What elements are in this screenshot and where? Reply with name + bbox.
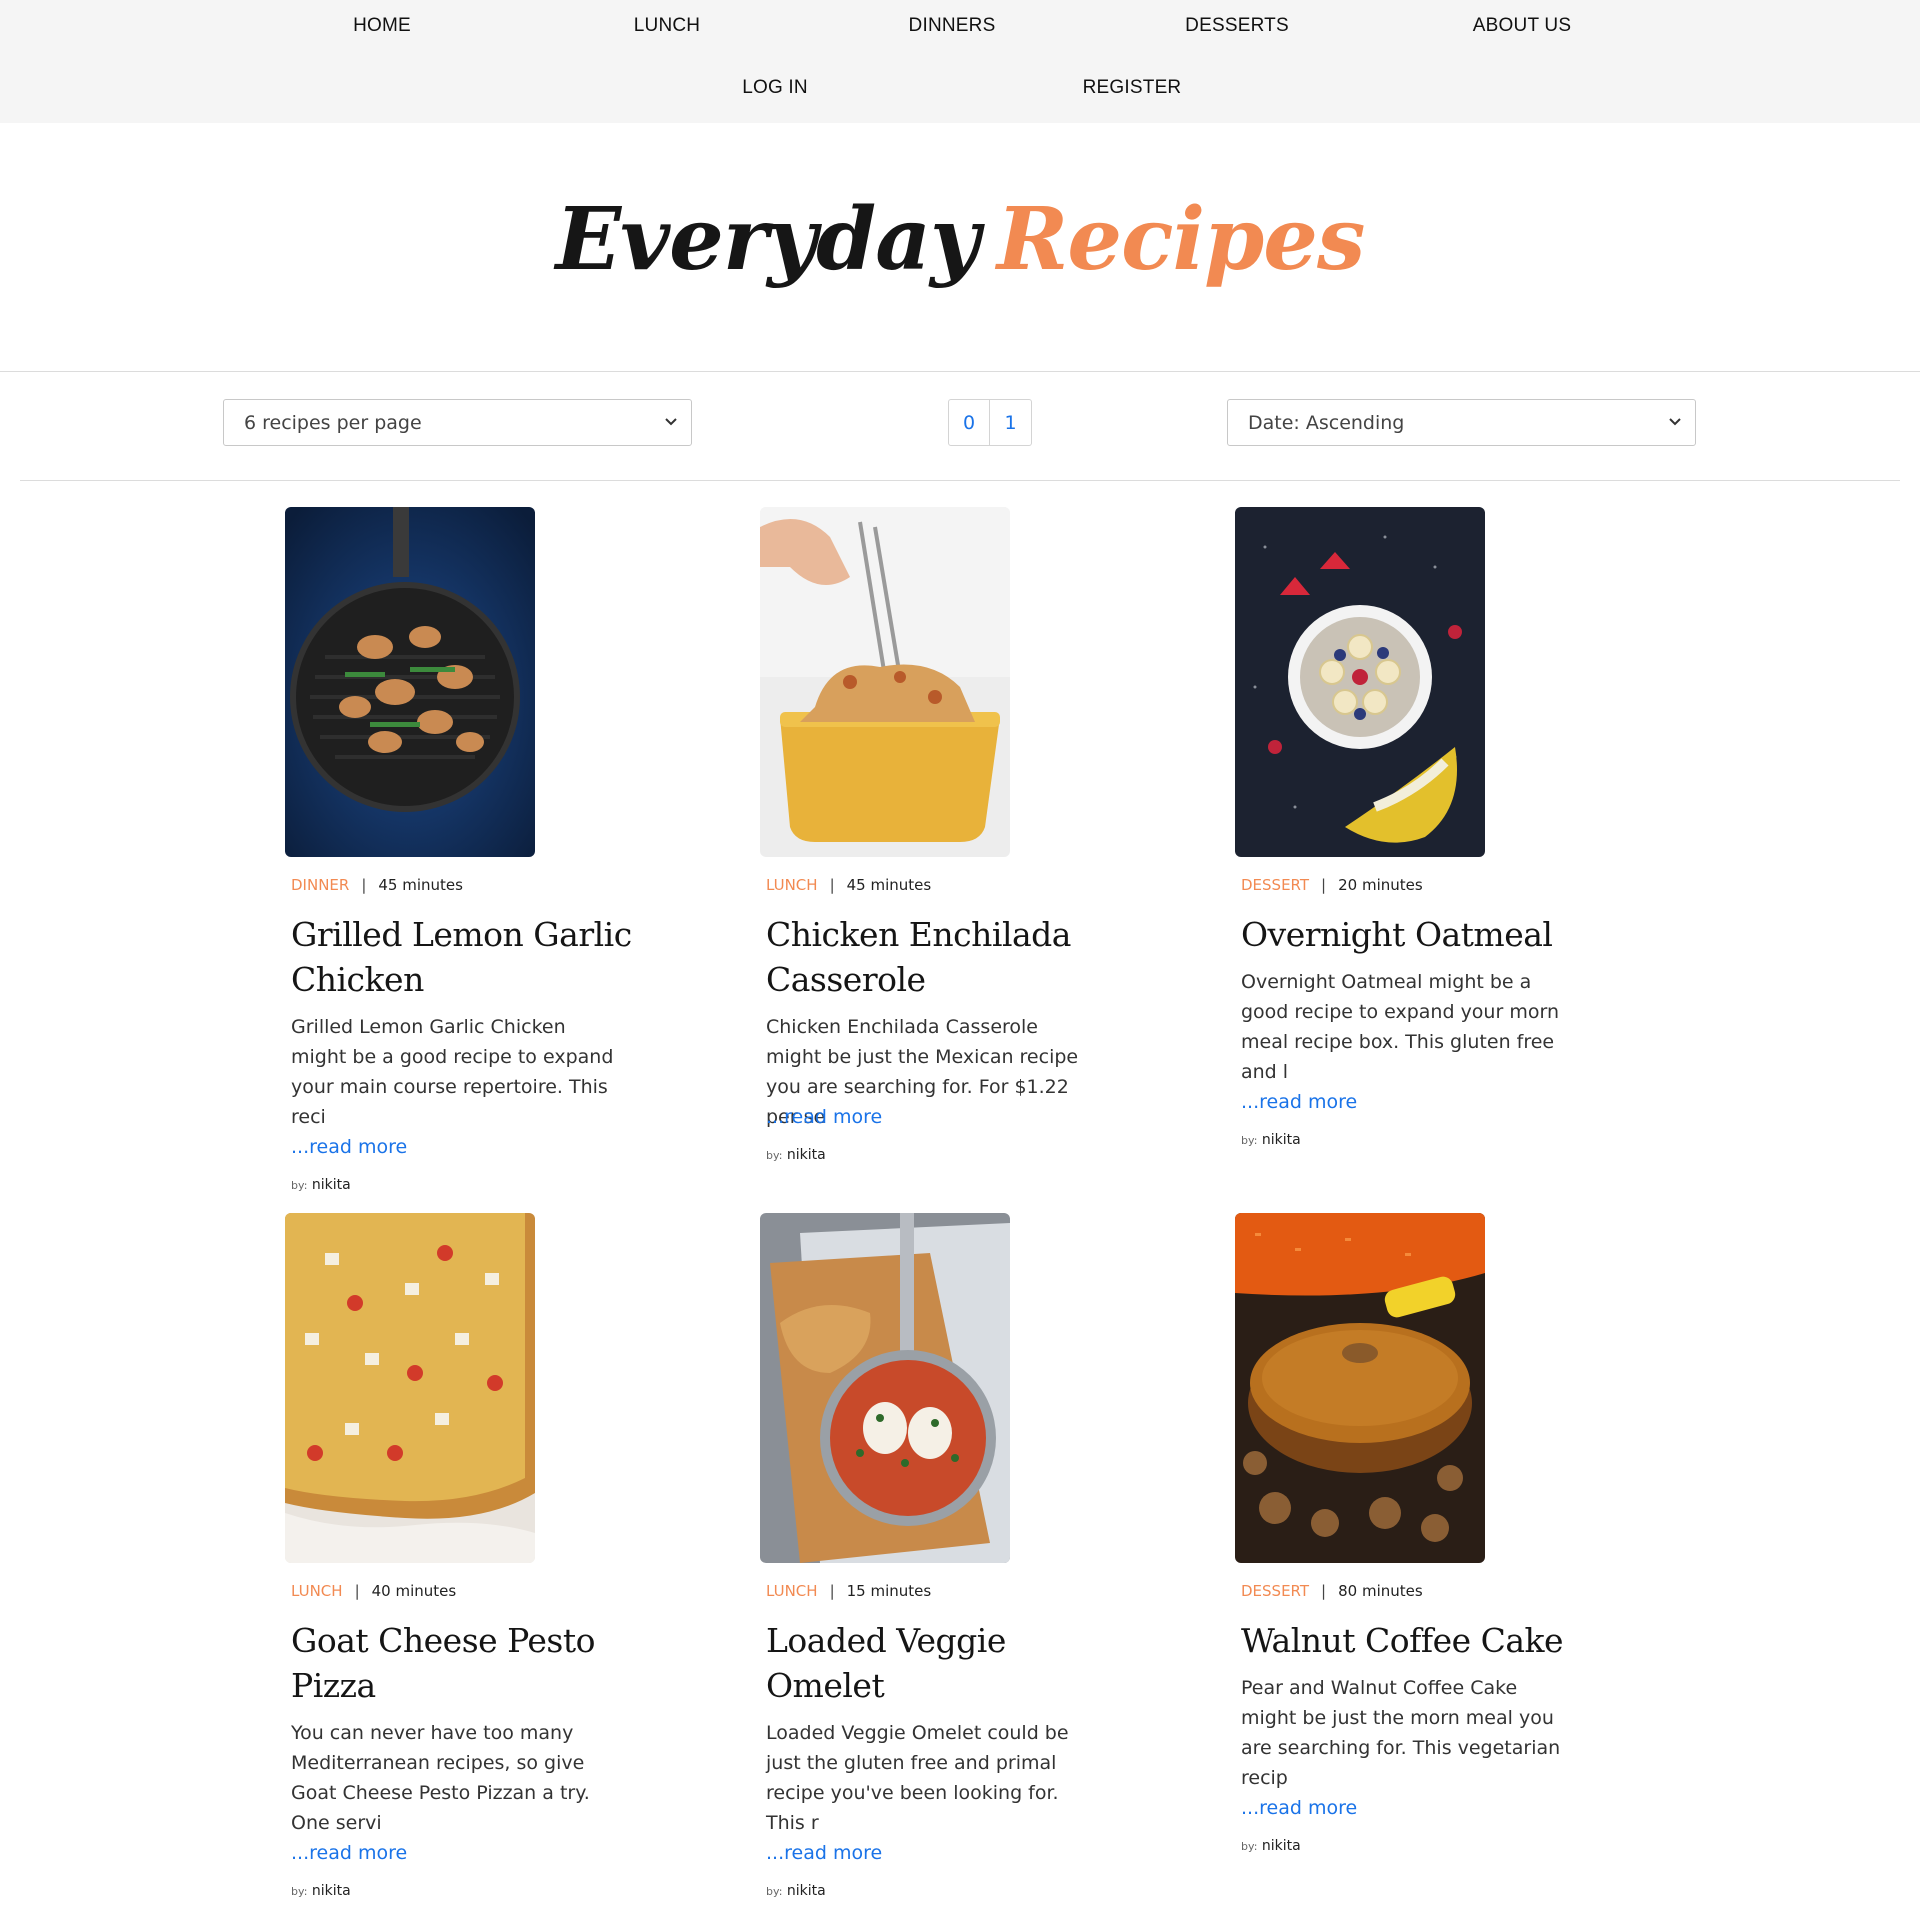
- meta-separator: |: [361, 876, 367, 894]
- recipe-category[interactable]: LUNCH: [291, 1582, 343, 1600]
- recipe-time: 80 minutes: [1338, 1582, 1423, 1600]
- nav-dinners-link[interactable]: DINNERS: [909, 15, 996, 37]
- recipe-meta: LUNCH | 45 minutes: [766, 876, 931, 894]
- recipe-category[interactable]: DESSERT: [1241, 1582, 1309, 1600]
- recipe-author: by: nikita: [291, 1177, 351, 1193]
- site-title-second: Recipes: [996, 189, 1365, 290]
- nav-home-link[interactable]: HOME: [353, 15, 411, 37]
- top-nav: HOME LUNCH DINNERS DESSERTS ABOUT US LOG…: [0, 0, 1920, 123]
- recipe-category[interactable]: DINNER: [291, 876, 349, 894]
- meta-separator: |: [1321, 1582, 1327, 1600]
- chevron-down-icon: [1669, 418, 1681, 426]
- recipe-meta: DESSERT | 80 minutes: [1241, 1582, 1423, 1600]
- meta-separator: |: [829, 1582, 835, 1600]
- recipe-author: by: nikita: [766, 1883, 826, 1899]
- recipe-description: You can never have too many Mediterranea…: [291, 1722, 590, 1834]
- recipe-description: Pear and Walnut Coffee Cake might be jus…: [1241, 1677, 1561, 1789]
- recipe-author: by: nikita: [1241, 1838, 1301, 1854]
- recipe-meta: LUNCH | 15 minutes: [766, 1582, 931, 1600]
- oatmeal-bowl-image[interactable]: [1235, 507, 1485, 857]
- recipe-time: 40 minutes: [371, 1582, 457, 1600]
- read-more-link[interactable]: ...read more: [766, 1842, 882, 1864]
- pesto-pizza-image[interactable]: [285, 1213, 535, 1563]
- per-page-select[interactable]: 6 recipes per page: [223, 399, 692, 446]
- header-divider: [0, 371, 1920, 372]
- chevron-down-icon: [665, 418, 677, 426]
- page-button[interactable]: 1: [990, 399, 1032, 446]
- read-more-link[interactable]: ...read more: [1241, 1797, 1357, 1819]
- recipe-meta: DINNER | 45 minutes: [291, 876, 463, 894]
- read-more-link[interactable]: ...read more: [766, 1106, 882, 1128]
- nav-lunch-link[interactable]: LUNCH: [634, 15, 700, 37]
- sort-value: Date: Ascending: [1248, 412, 1405, 434]
- recipe-description: Loaded Veggie Omelet could be just the g…: [766, 1722, 1069, 1834]
- read-more-link[interactable]: ...read more: [291, 1842, 407, 1864]
- recipe-meta: LUNCH | 40 minutes: [291, 1582, 456, 1600]
- meta-separator: |: [829, 876, 835, 894]
- recipe-author: by: nikita: [1241, 1132, 1301, 1148]
- sort-select[interactable]: Date: Ascending: [1227, 399, 1696, 446]
- recipe-title[interactable]: Loaded Veggie Omelet: [766, 1618, 1116, 1708]
- recipe-title[interactable]: Grilled Lemon Garlic Chicken: [291, 912, 641, 1002]
- recipe-description: Overnight Oatmeal might be a good recipe…: [1241, 971, 1559, 1083]
- recipe-title[interactable]: Overnight Oatmeal: [1241, 912, 1591, 957]
- recipe-time: 45 minutes: [846, 876, 932, 894]
- recipe-title[interactable]: Goat Cheese Pesto Pizza: [291, 1618, 641, 1708]
- recipe-title[interactable]: Walnut Coffee Cake: [1241, 1618, 1591, 1663]
- page-button[interactable]: 0: [948, 399, 990, 446]
- nav-desserts-link[interactable]: DESSERTS: [1185, 15, 1289, 37]
- meta-separator: |: [1321, 876, 1327, 894]
- pagination: 0 1: [948, 399, 1032, 446]
- recipe-category[interactable]: LUNCH: [766, 1582, 818, 1600]
- nav-login-link[interactable]: LOG IN: [742, 77, 808, 99]
- recipe-title[interactable]: Chicken Enchilada Casserole: [766, 912, 1116, 1002]
- recipe-meta: DESSERT | 20 minutes: [1241, 876, 1423, 894]
- controls-divider: [20, 480, 1900, 481]
- recipe-category[interactable]: LUNCH: [766, 876, 818, 894]
- read-more-link[interactable]: ...read more: [1241, 1091, 1357, 1113]
- meta-separator: |: [354, 1582, 360, 1600]
- read-more-link[interactable]: ...read more: [291, 1136, 407, 1158]
- recipe-time: 45 minutes: [378, 876, 463, 894]
- recipe-time: 20 minutes: [1338, 876, 1423, 894]
- grilled-chicken-skillet-image[interactable]: [285, 507, 535, 857]
- recipe-time: 15 minutes: [846, 1582, 932, 1600]
- veggie-omelet-pan-image[interactable]: [760, 1213, 1010, 1563]
- walnut-cake-image[interactable]: [1235, 1213, 1485, 1563]
- recipe-author: by: nikita: [291, 1883, 351, 1899]
- recipe-category[interactable]: DESSERT: [1241, 876, 1309, 894]
- nav-register-link[interactable]: REGISTER: [1083, 77, 1182, 99]
- per-page-value: 6 recipes per page: [244, 412, 422, 434]
- site-title-first: Everyday: [555, 189, 980, 290]
- recipe-description: Grilled Lemon Garlic Chicken might be a …: [291, 1016, 614, 1128]
- recipe-author: by: nikita: [766, 1147, 826, 1163]
- enchilada-casserole-image[interactable]: [760, 507, 1010, 857]
- site-title: Everyday Recipes: [0, 185, 1920, 295]
- nav-about-link[interactable]: ABOUT US: [1473, 15, 1571, 37]
